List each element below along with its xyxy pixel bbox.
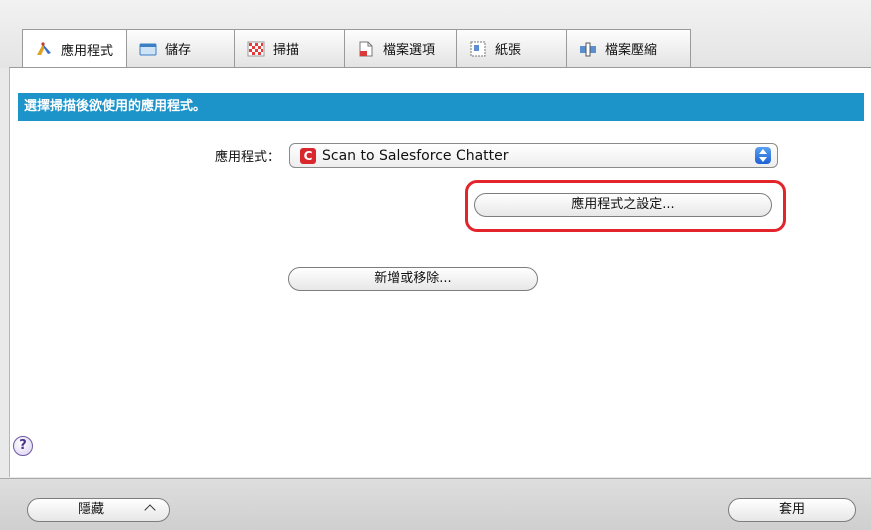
tab-file-compression[interactable]: 檔案壓縮 bbox=[567, 29, 691, 67]
tab-file-compression-label: 檔案壓縮 bbox=[605, 43, 658, 58]
tab-save-label: 儲存 bbox=[165, 43, 192, 58]
tabs: 應用程式 儲存 掃描 檔案選項 紙張 檔案壓縮 bbox=[22, 29, 691, 68]
popup-arrows-icon bbox=[755, 147, 771, 164]
tab-scan[interactable]: 掃描 bbox=[235, 29, 345, 67]
tab-file-options-label: 檔案選項 bbox=[383, 43, 436, 58]
section-header: 選擇掃描後欲使用的應用程式。 bbox=[18, 93, 864, 121]
tab-paper-label: 紙張 bbox=[495, 43, 522, 58]
chevron-up-icon bbox=[144, 504, 156, 516]
application-label: 應用程式： bbox=[214, 150, 280, 165]
application-panel: 選擇掃描後欲使用的應用程式。 應用程式： C Scan to Salesforc… bbox=[9, 67, 871, 477]
tab-scan-label: 掃描 bbox=[273, 43, 300, 58]
salesforce-chatter-icon: C bbox=[300, 147, 316, 164]
help-icon[interactable]: ? bbox=[13, 436, 33, 456]
add-remove-button[interactable]: 新增或移除... bbox=[288, 267, 538, 291]
apply-button[interactable]: 套用 bbox=[728, 498, 856, 522]
tab-file-options[interactable]: 檔案選項 bbox=[345, 29, 457, 67]
scan-pattern-icon bbox=[247, 41, 265, 57]
tab-bar: 應用程式 儲存 掃描 檔案選項 紙張 檔案壓縮 bbox=[0, 0, 871, 68]
application-select-value: Scan to Salesforce Chatter bbox=[322, 147, 509, 164]
save-folder-icon bbox=[139, 41, 157, 57]
bottom-bar: 隱藏 套用 bbox=[0, 478, 871, 530]
file-compression-icon bbox=[579, 41, 597, 57]
tab-application[interactable]: 應用程式 bbox=[22, 29, 127, 68]
tab-save[interactable]: 儲存 bbox=[127, 29, 235, 67]
tab-application-label: 應用程式 bbox=[61, 43, 114, 59]
scansnap-settings-window: 應用程式 儲存 掃描 檔案選項 紙張 檔案壓縮 選擇掃描後欲使用的應用程式。 應… bbox=[0, 0, 871, 530]
application-icon bbox=[35, 41, 53, 57]
paper-icon bbox=[469, 41, 487, 57]
application-select[interactable]: C Scan to Salesforce Chatter bbox=[289, 143, 778, 168]
hide-button[interactable]: 隱藏 bbox=[27, 498, 170, 522]
hide-button-label: 隱藏 bbox=[78, 502, 105, 517]
application-settings-button[interactable]: 應用程式之設定... bbox=[474, 193, 772, 217]
tab-paper[interactable]: 紙張 bbox=[457, 29, 567, 67]
file-options-icon bbox=[357, 41, 375, 57]
